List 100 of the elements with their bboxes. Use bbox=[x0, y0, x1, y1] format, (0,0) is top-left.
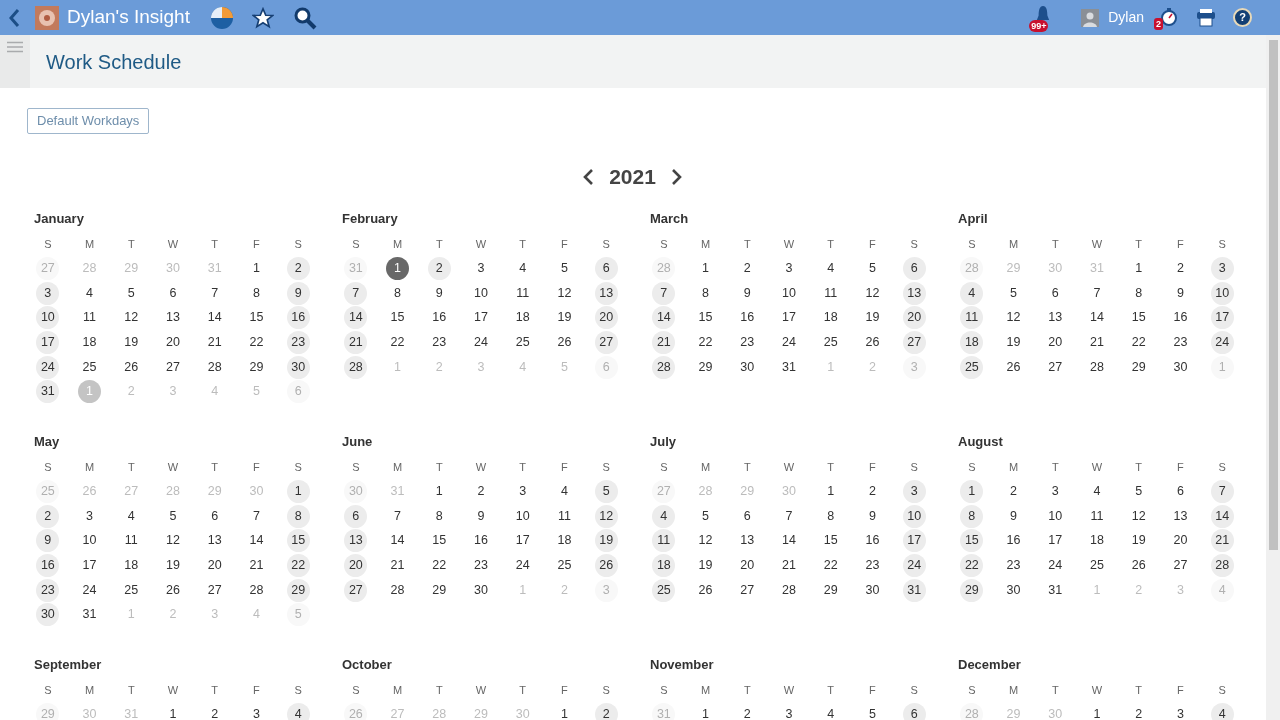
calendar-day[interactable]: 23 bbox=[860, 553, 884, 577]
calendar-day[interactable]: 16 bbox=[469, 529, 493, 553]
calendar-day[interactable]: 6 bbox=[902, 256, 926, 280]
calendar-day[interactable]: 14 bbox=[244, 529, 268, 553]
calendar-day[interactable]: 10 bbox=[1210, 281, 1234, 305]
calendar-day[interactable]: 6 bbox=[203, 504, 227, 528]
calendar-day[interactable]: 22 bbox=[286, 553, 310, 577]
calendar-day[interactable]: 21 bbox=[386, 553, 410, 577]
calendar-day[interactable]: 28 bbox=[1210, 553, 1234, 577]
calendar-day[interactable]: 14 bbox=[386, 529, 410, 553]
calendar-day[interactable]: 5 bbox=[860, 702, 884, 720]
calendar-day[interactable]: 6 bbox=[594, 256, 618, 280]
calendar-day[interactable]: 2 bbox=[594, 702, 618, 720]
calendar-day[interactable]: 30 bbox=[286, 355, 310, 379]
calendar-day[interactable]: 23 bbox=[735, 330, 759, 354]
calendar-day[interactable]: 22 bbox=[244, 330, 268, 354]
calendar-day[interactable]: 16 bbox=[427, 306, 451, 330]
calendar-day[interactable]: 9 bbox=[469, 504, 493, 528]
calendar-day[interactable]: 4 bbox=[552, 479, 576, 503]
calendar-day[interactable]: 12 bbox=[552, 281, 576, 305]
calendar-day[interactable]: 2 bbox=[203, 702, 227, 720]
calendar-day[interactable]: 1 bbox=[1127, 256, 1151, 280]
calendar-day[interactable]: 3 bbox=[36, 281, 60, 305]
pie-chart-icon[interactable] bbox=[209, 5, 234, 30]
calendar-day[interactable]: 1 bbox=[427, 479, 451, 503]
calendar-day[interactable]: 26 bbox=[860, 330, 884, 354]
calendar-day[interactable]: 6 bbox=[1043, 281, 1067, 305]
calendar-day[interactable]: 31 bbox=[1043, 578, 1067, 602]
calendar-day[interactable]: 7 bbox=[344, 281, 368, 305]
calendar-day[interactable]: 13 bbox=[594, 281, 618, 305]
calendar-day[interactable]: 25 bbox=[78, 355, 102, 379]
printer-icon[interactable] bbox=[1196, 8, 1216, 27]
calendar-day[interactable]: 25 bbox=[119, 578, 143, 602]
calendar-day[interactable]: 28 bbox=[344, 355, 368, 379]
calendar-day[interactable]: 11 bbox=[78, 306, 102, 330]
calendar-day[interactable]: 22 bbox=[960, 553, 984, 577]
calendar-day[interactable]: 17 bbox=[1210, 306, 1234, 330]
calendar-day[interactable]: 13 bbox=[1168, 504, 1192, 528]
calendar-day[interactable]: 14 bbox=[344, 306, 368, 330]
calendar-day[interactable]: 2 bbox=[860, 479, 884, 503]
calendar-day[interactable]: 23 bbox=[427, 330, 451, 354]
calendar-day[interactable]: 10 bbox=[777, 281, 801, 305]
calendar-day[interactable]: 19 bbox=[119, 330, 143, 354]
calendar-day[interactable]: 25 bbox=[511, 330, 535, 354]
calendar-day[interactable]: 28 bbox=[652, 355, 676, 379]
calendar-day[interactable]: 2 bbox=[735, 702, 759, 720]
calendar-day[interactable]: 15 bbox=[960, 529, 984, 553]
calendar-day[interactable]: 7 bbox=[386, 504, 410, 528]
calendar-day[interactable]: 3 bbox=[511, 479, 535, 503]
calendar-day[interactable]: 25 bbox=[960, 355, 984, 379]
calendar-day[interactable]: 24 bbox=[36, 355, 60, 379]
calendar-day[interactable]: 15 bbox=[286, 529, 310, 553]
calendar-day[interactable]: 10 bbox=[36, 306, 60, 330]
calendar-day[interactable]: 10 bbox=[511, 504, 535, 528]
calendar-day[interactable]: 15 bbox=[1127, 306, 1151, 330]
calendar-day[interactable]: 6 bbox=[735, 504, 759, 528]
calendar-day[interactable]: 6 bbox=[344, 504, 368, 528]
calendar-day[interactable]: 6 bbox=[161, 281, 185, 305]
calendar-day[interactable]: 24 bbox=[777, 330, 801, 354]
calendar-day[interactable]: 31 bbox=[902, 578, 926, 602]
calendar-day[interactable]: 2 bbox=[286, 256, 310, 280]
calendar-day[interactable]: 19 bbox=[694, 553, 718, 577]
calendar-day[interactable]: 10 bbox=[902, 504, 926, 528]
calendar-day[interactable]: 18 bbox=[819, 306, 843, 330]
calendar-day[interactable]: 8 bbox=[960, 504, 984, 528]
calendar-day[interactable]: 26 bbox=[161, 578, 185, 602]
calendar-day[interactable]: 5 bbox=[860, 256, 884, 280]
calendar-day[interactable]: 11 bbox=[511, 281, 535, 305]
calendar-day[interactable]: 20 bbox=[902, 306, 926, 330]
calendar-day[interactable]: 12 bbox=[161, 529, 185, 553]
calendar-day[interactable]: 16 bbox=[1002, 529, 1026, 553]
calendar-day[interactable]: 29 bbox=[819, 578, 843, 602]
calendar-day[interactable]: 12 bbox=[1127, 504, 1151, 528]
calendar-day[interactable]: 16 bbox=[735, 306, 759, 330]
calendar-day[interactable]: 17 bbox=[1043, 529, 1067, 553]
calendar-day[interactable]: 29 bbox=[960, 578, 984, 602]
calendar-day[interactable]: 1 bbox=[1085, 702, 1109, 720]
calendar-day[interactable]: 14 bbox=[777, 529, 801, 553]
calendar-day[interactable]: 2 bbox=[36, 504, 60, 528]
calendar-day[interactable]: 18 bbox=[119, 553, 143, 577]
calendar-day[interactable]: 20 bbox=[1043, 330, 1067, 354]
calendar-day[interactable]: 5 bbox=[694, 504, 718, 528]
calendar-day[interactable]: 5 bbox=[1127, 479, 1151, 503]
calendar-day[interactable]: 16 bbox=[286, 306, 310, 330]
calendar-day[interactable]: 19 bbox=[552, 306, 576, 330]
calendar-day[interactable]: 12 bbox=[1002, 306, 1026, 330]
calendar-day[interactable]: 5 bbox=[119, 281, 143, 305]
calendar-day[interactable]: 8 bbox=[244, 281, 268, 305]
default-workdays-button[interactable]: Default Workdays bbox=[27, 108, 150, 134]
calendar-day[interactable]: 23 bbox=[36, 578, 60, 602]
calendar-day[interactable]: 4 bbox=[960, 281, 984, 305]
calendar-day[interactable]: 26 bbox=[552, 330, 576, 354]
calendar-day[interactable]: 15 bbox=[244, 306, 268, 330]
calendar-day[interactable]: 1 bbox=[386, 256, 410, 280]
calendar-day[interactable]: 17 bbox=[78, 553, 102, 577]
calendar-day[interactable]: 22 bbox=[819, 553, 843, 577]
calendar-day[interactable]: 3 bbox=[902, 479, 926, 503]
calendar-day[interactable]: 26 bbox=[119, 355, 143, 379]
calendar-day[interactable]: 30 bbox=[469, 578, 493, 602]
calendar-day[interactable]: 26 bbox=[694, 578, 718, 602]
